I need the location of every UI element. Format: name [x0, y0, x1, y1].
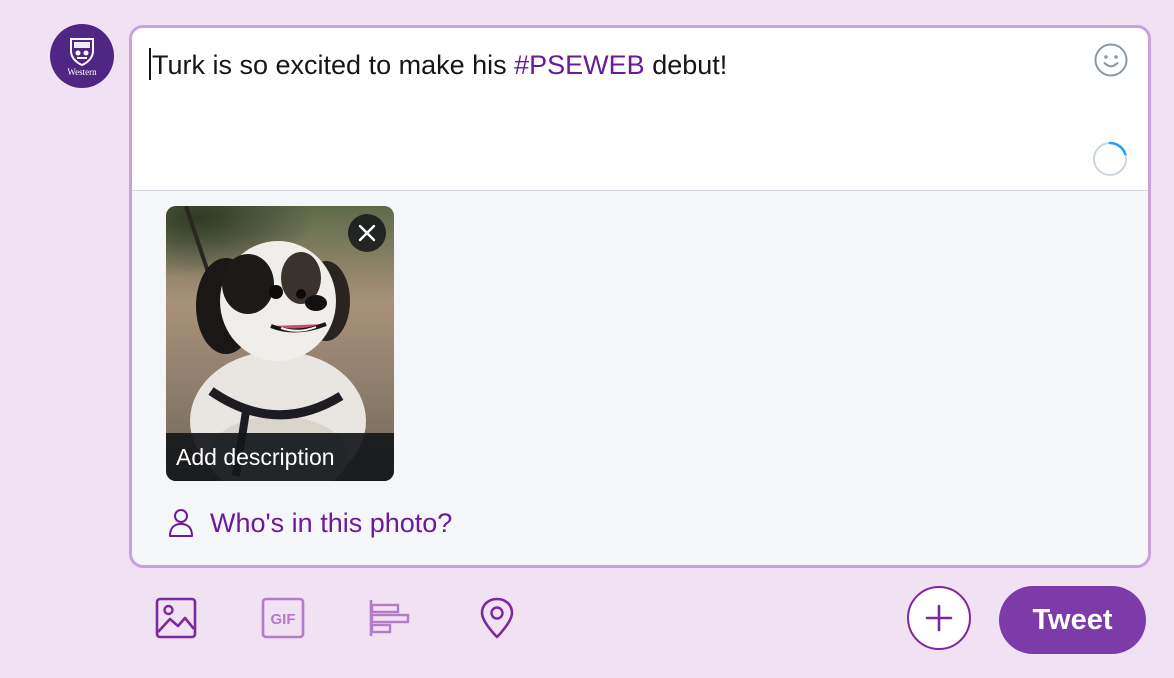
smiley-face-icon[interactable] — [1093, 42, 1129, 78]
poll-icon — [369, 600, 410, 636]
tweet-text[interactable]: Turk is so excited to make his #PSEWEB d… — [149, 48, 727, 82]
tweet-text-body: Turk is so excited to make his — [152, 50, 515, 80]
tweet-button[interactable]: Tweet — [999, 586, 1146, 654]
avatar[interactable]: Western — [50, 24, 114, 88]
text-caret — [149, 48, 151, 80]
add-description-button[interactable]: Add description — [166, 433, 394, 481]
western-crest-icon — [70, 37, 94, 66]
avatar-label: Western — [67, 66, 97, 77]
media-thumbnail[interactable]: Add description — [166, 206, 394, 481]
tweet-composer-screen: Western Turk is so excited to make his #… — [0, 0, 1174, 678]
location-icon — [480, 597, 514, 639]
gif-icon: GIF — [261, 597, 305, 639]
person-icon — [169, 509, 193, 537]
tweet-text-area[interactable]: Turk is so excited to make his #PSEWEB d… — [132, 28, 1148, 191]
tweet-text-end: debut! — [644, 50, 728, 80]
plus-icon — [925, 604, 953, 632]
character-count-ring-icon — [1092, 141, 1128, 177]
add-poll-button[interactable] — [367, 596, 411, 640]
add-tweet-to-thread-button[interactable] — [907, 586, 971, 650]
tag-people-label: Who's in this photo? — [210, 507, 453, 538]
add-image-button[interactable] — [154, 596, 198, 640]
compose-box: Turk is so excited to make his #PSEWEB d… — [129, 25, 1151, 568]
tag-people-button[interactable]: Who's in this photo? — [168, 506, 452, 540]
close-icon — [358, 224, 376, 242]
gif-label: GIF — [271, 611, 296, 628]
remove-media-button[interactable] — [348, 214, 386, 252]
image-icon — [155, 597, 197, 639]
hashtag-link[interactable]: #PSEWEB — [514, 50, 645, 80]
add-location-button[interactable] — [475, 596, 519, 640]
add-gif-button[interactable]: GIF — [261, 596, 305, 640]
